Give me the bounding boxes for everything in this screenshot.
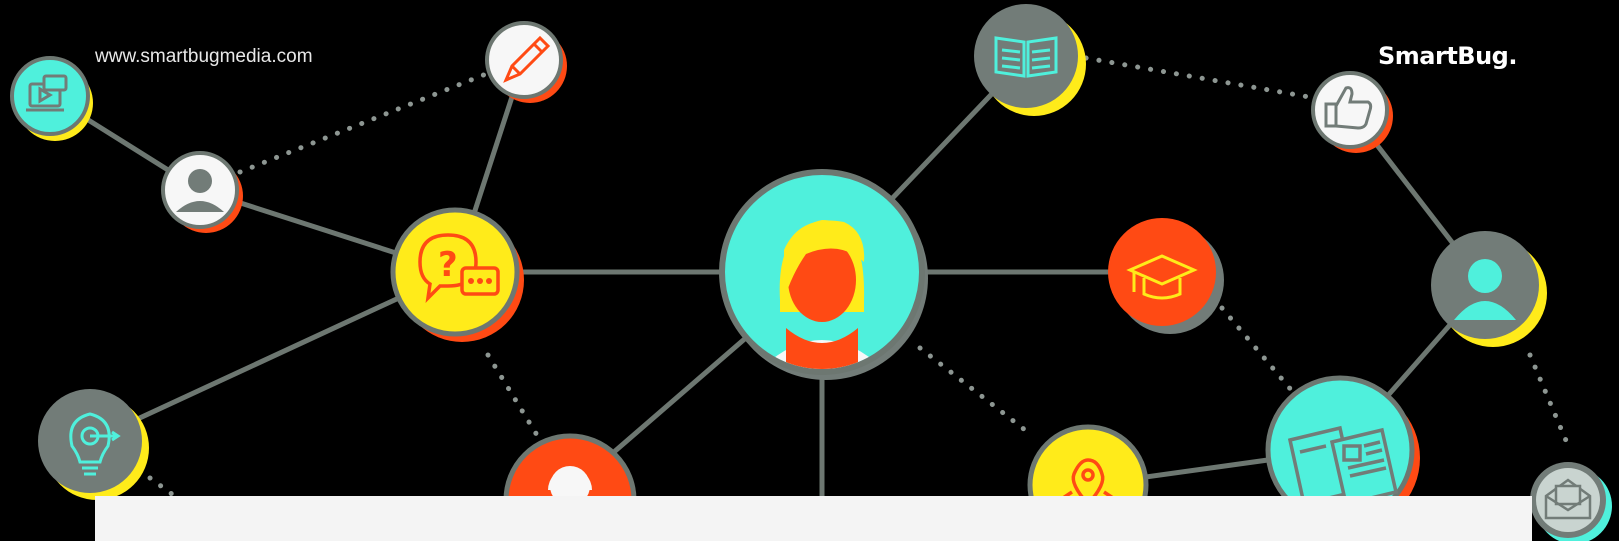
content-panel bbox=[95, 496, 1532, 541]
lightbulb-target-icon bbox=[38, 389, 149, 500]
dotted-connector bbox=[237, 67, 499, 175]
svg-text:?: ? bbox=[438, 245, 458, 285]
dotted-connector bbox=[917, 345, 1028, 433]
pencil-icon bbox=[485, 21, 567, 103]
envelope-icon bbox=[1530, 462, 1612, 541]
dotted-connector bbox=[1527, 352, 1573, 453]
dotted-connector bbox=[1083, 55, 1318, 101]
graduation-cap-icon bbox=[1108, 218, 1224, 334]
dotted-connector bbox=[485, 352, 543, 443]
book-icon bbox=[974, 4, 1086, 116]
brand-logo: SmartBug. bbox=[1378, 42, 1517, 70]
network-illustration: ? bbox=[10, 4, 1612, 541]
thumbs-up-icon bbox=[1311, 71, 1393, 153]
website-url: www.smartbugmedia.com bbox=[95, 46, 313, 67]
dotted-connector bbox=[1219, 305, 1301, 401]
woman-avatar-icon bbox=[719, 169, 928, 380]
video-icon bbox=[10, 56, 93, 141]
question-chat-icon: ? bbox=[390, 207, 524, 342]
person-small-icon bbox=[161, 151, 243, 233]
